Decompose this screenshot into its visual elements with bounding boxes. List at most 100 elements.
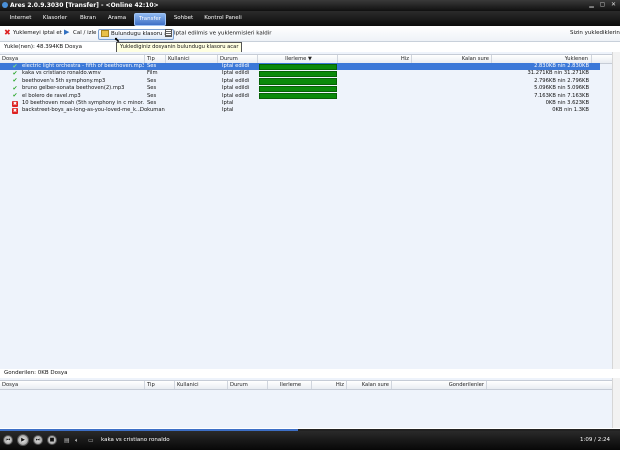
row-progress-bar xyxy=(259,63,337,70)
uploads-scrollbar[interactable] xyxy=(612,52,620,369)
row-uploaded: 5.096KB nin 5.096KB xyxy=(534,85,589,92)
table-row[interactable]: ✖ 10 beethoven moah (5th symphony in c m… xyxy=(0,100,600,107)
sent-column-header: Dosya Tip Kullanici Durum Ilerleme Hiz K… xyxy=(0,380,612,390)
stop-icon[interactable]: ■ xyxy=(47,435,57,445)
row-uploaded: 7.163KB nin 7.163KB xyxy=(534,92,589,99)
row-status: Iptal xyxy=(222,100,234,106)
row-uploaded: 0KB nin 3.623KB xyxy=(545,100,589,106)
column-tip[interactable]: Tip xyxy=(145,55,166,63)
table-row[interactable]: ✖ backstreet-boys_as-long-as-you-loved-m… xyxy=(0,107,600,114)
sent-column-tip[interactable]: Tip xyxy=(145,381,175,389)
table-row[interactable]: ✔ bruno gelber-sonata beethoven(2).mp3 S… xyxy=(0,85,600,92)
sent-column-kalan-sure[interactable]: Kalan sure xyxy=(347,381,392,389)
play-label: Cal / izle xyxy=(73,30,97,36)
media-player-bar: ⏮ ▶ ⏭ ■ ▤ 🔈︎ ▭ kaka vs cristiano ronaldo… xyxy=(0,431,620,450)
row-progress-bar xyxy=(259,85,337,92)
tab-kontrol-paneli[interactable]: Kontrol Paneli xyxy=(203,13,243,24)
completed-check-icon: ✔ xyxy=(12,62,18,70)
my-uploads-label[interactable]: Sizin yukledikleriniz xyxy=(570,29,620,38)
sort-desc-icon: ▼ xyxy=(307,56,312,62)
open-folder-button[interactable]: Bulundugu klasoru ac xyxy=(98,29,174,40)
row-file-name: kaka vs cristiano ronaldo.wmv xyxy=(22,70,101,77)
column-durum[interactable]: Durum xyxy=(218,55,258,63)
table-row[interactable]: ✔ el bolero de ravel.mp3 Ses Iptal edild… xyxy=(0,93,600,100)
transfer-toolbar: ✖ Yuklemeyi iptal et ▶ Cal / izle Bulundug… xyxy=(0,26,620,42)
column-hiz[interactable]: Hiz xyxy=(338,55,412,63)
uploads-list: ✔ electric light orchestra - fifth of be… xyxy=(0,63,612,123)
previous-icon[interactable]: ⏮ xyxy=(3,435,13,445)
row-uploaded: 0KB nin 1.3KB xyxy=(552,107,589,114)
tab-transfer[interactable]: Transfer xyxy=(134,13,166,26)
sent-summary: Gonderilen: 0KB Dosya xyxy=(4,370,68,376)
tab-bkran[interactable]: Bkran xyxy=(77,13,99,24)
column-ilerleme-label: Ilerleme xyxy=(285,56,307,62)
sent-scrollbar[interactable] xyxy=(612,378,620,428)
row-uploaded: 31.271KB nin 31.271KB xyxy=(527,70,589,77)
row-status: Iptal edildi xyxy=(222,85,250,92)
completed-check-icon: ✔ xyxy=(12,84,18,92)
row-status: Iptal edildi xyxy=(222,77,250,84)
row-type: Ses xyxy=(147,92,157,99)
row-progress-bar xyxy=(259,93,337,100)
tab-internet[interactable]: Internet xyxy=(7,13,34,24)
row-type: Ses xyxy=(147,77,157,84)
folder-icon xyxy=(101,30,109,37)
next-icon[interactable]: ⏭ xyxy=(33,435,43,445)
close-icon[interactable]: ✕ xyxy=(609,1,618,9)
row-file-name: electric light orchestra - fifth of beet… xyxy=(22,63,144,69)
play-icon: ▶ xyxy=(64,28,70,36)
column-kullanici[interactable]: Kullanici xyxy=(166,55,218,63)
clear-cancelled-button[interactable]: Iptal edilmis ve yuklenmisleri kaldir xyxy=(165,29,272,38)
minimize-icon[interactable]: ▁ xyxy=(587,1,596,9)
failed-x-icon: ✖ xyxy=(12,107,18,114)
failed-x-icon: ✖ xyxy=(12,100,18,107)
tab-sohbet[interactable]: Sohbet xyxy=(171,13,196,24)
row-status: Iptal edildi xyxy=(222,63,250,69)
clear-list-icon xyxy=(165,29,172,37)
sent-column-dosya[interactable]: Dosya xyxy=(0,381,145,389)
row-uploaded: 2.796KB nin 2.796KB xyxy=(534,77,589,84)
row-file-name: beethoven's 5th symphony.mp3 xyxy=(22,77,106,84)
title-bar: Ares 2.0.9.3030 [Transfer] - <Online 42:… xyxy=(0,0,620,11)
row-file-name: el bolero de ravel.mp3 xyxy=(22,92,81,99)
play-icon[interactable]: ▶ xyxy=(17,434,29,446)
column-dosya[interactable]: Dosya xyxy=(0,55,145,63)
table-row[interactable]: ✔ kaka vs cristiano ronaldo.wmv Film Ipt… xyxy=(0,69,600,78)
row-type: Ses xyxy=(147,100,157,106)
sent-column-gonderilenler[interactable]: Gonderilenler xyxy=(392,381,487,389)
clear-cancelled-label: Iptal edilmis ve yuklenmisleri kaldir xyxy=(174,30,272,37)
sent-column-ilerleme[interactable]: Ilerleme xyxy=(268,381,312,389)
row-file-name: 10 beethoven moah (5th symphony in c min… xyxy=(22,100,144,106)
column-kalan-sure[interactable]: Kalan sure xyxy=(412,55,492,63)
tab-klasorler[interactable]: Klasorler xyxy=(40,13,70,24)
cancel-upload-label: Yuklemeyi iptal et xyxy=(13,30,62,36)
row-type: Ses xyxy=(147,85,157,92)
now-playing-title: kaka vs cristiano ronaldo xyxy=(101,437,170,443)
row-type: Ses xyxy=(147,63,157,69)
maximize-icon[interactable]: ▢ xyxy=(598,1,607,9)
row-file-name: bruno gelber-sonata beethoven(2).mp3 xyxy=(22,85,125,92)
cancel-upload-button[interactable]: ✖ Yuklemeyi iptal et xyxy=(4,29,62,38)
window-title: Ares 2.0.9.3030 [Transfer] - <Online 42:… xyxy=(10,2,159,9)
sent-column-hiz[interactable]: Hiz xyxy=(312,381,347,389)
uploads-summary: Yukle(nen): 48.394KB Dosya xyxy=(4,44,83,50)
volume-icon[interactable]: 🔈︎ xyxy=(75,437,79,445)
tab-arama[interactable]: Arama xyxy=(105,13,129,24)
row-status: Iptal edildi xyxy=(222,70,250,77)
cancel-x-icon: ✖ xyxy=(4,28,11,37)
completed-check-icon: ✔ xyxy=(12,77,18,85)
playlist-icon[interactable]: ▤ xyxy=(64,437,70,444)
sent-column-durum[interactable]: Durum xyxy=(228,381,268,389)
column-ilerleme[interactable]: Ilerleme ▼ xyxy=(258,55,338,63)
sent-column-kullanici[interactable]: Kullanici xyxy=(175,381,228,389)
row-progress-bar xyxy=(259,78,337,85)
column-yuklenen[interactable]: Yuklenen xyxy=(492,55,592,63)
table-row[interactable]: ✔ electric light orchestra - fifth of be… xyxy=(0,62,600,71)
play-button[interactable]: ▶ Cal / izle xyxy=(64,29,96,38)
row-file-name: backstreet-boys_as-long-as-you-loved-me_… xyxy=(22,107,141,114)
video-icon[interactable]: ▭ xyxy=(88,437,94,444)
row-status: Iptal edildi xyxy=(222,92,250,99)
row-type: Film xyxy=(147,70,158,77)
table-row[interactable]: ✔ beethoven's 5th symphony.mp3 Ses Iptal… xyxy=(0,78,600,85)
completed-check-icon: ✔ xyxy=(12,69,18,77)
